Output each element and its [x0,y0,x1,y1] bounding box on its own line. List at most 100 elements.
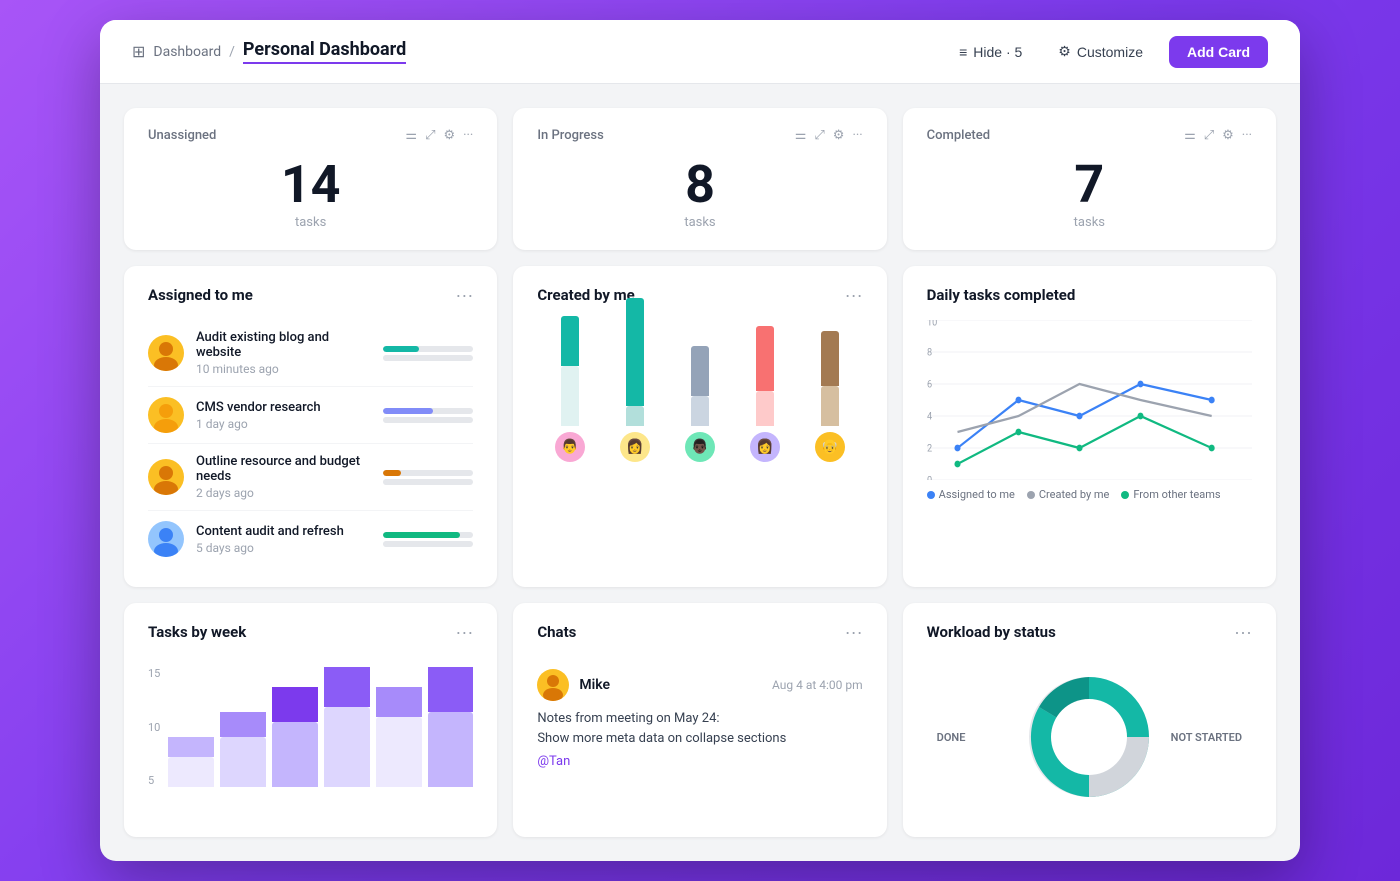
chats-title: Chats [537,623,576,641]
bar-segment [821,386,839,426]
week-bar-light [168,757,214,787]
breadcrumb: ⊞ Dashboard / Personal Dashboard [132,39,406,64]
customize-button[interactable]: ⚙ Customize [1048,37,1153,66]
line-chart-svg: 0 2 4 6 8 10 Monday Tuesday Wednesday Th… [927,320,1252,480]
chat-header: Mike Aug 4 at 4:00 pm [537,669,862,701]
task-1-info: Audit existing blog and website 10 minut… [196,330,371,376]
donut-svg [1009,657,1169,817]
stat-in-progress-icons: ⚌ ⤢ ⚙ ··· [795,128,863,143]
avatar-3 [148,459,184,495]
tasks-by-week-card: Tasks by week ··· 15 10 5 [124,603,497,837]
more-icon-2[interactable]: ··· [852,128,862,143]
bar-stack-3 [691,296,709,426]
tasks-by-week-title: Tasks by week [148,623,246,641]
settings-icon-3[interactable]: ⚙ [1222,128,1234,143]
bar-stack-2 [626,296,644,426]
stat-completed: Completed ⚌ ⤢ ⚙ ··· 7 tasks [903,108,1276,250]
dashboard-icon: ⊞ [132,42,145,61]
chat-mention[interactable]: @Tan [537,754,862,769]
tasks-week-chart: 15 10 5 [148,657,473,787]
week-bar-group [220,667,266,787]
created-by-me-chart: 👨 👩 [537,320,862,470]
task-4-progress [383,532,473,547]
avatar-1 [148,335,184,371]
settings-icon[interactable]: ⚙ [443,128,455,143]
expand-icon-2[interactable]: ⤢ [814,128,824,143]
hide-button[interactable]: ≡ Hide · 5 [949,38,1032,66]
created-more-button[interactable]: ··· [845,286,863,304]
middle-row: Assigned to me ··· Audit existing blog a… [124,266,1276,587]
stat-completed-number: 7 [927,159,1252,211]
chat-message: Mike Aug 4 at 4:00 pm Notes from meeting… [537,657,862,781]
bar-col-2: 👩 [620,296,650,462]
bar-groups [168,667,473,787]
daily-tasks-title: Daily tasks completed [927,286,1076,304]
stats-row: Unassigned ⚌ ⤢ ⚙ ··· 14 tasks In Progres… [124,108,1276,250]
week-bar-light [220,737,266,787]
task-1-time: 10 minutes ago [196,362,371,376]
done-label: DONE [937,731,966,744]
svg-text:8: 8 [927,347,932,359]
bar-avatar-3: 👨🏿 [685,432,715,462]
task-2-name: CMS vendor research [196,400,371,415]
task-item: Audit existing blog and website 10 minut… [148,320,473,387]
not-started-label: NOT STARTED [1171,731,1242,744]
week-bar-dark [324,667,370,707]
filter-icon[interactable]: ⚌ [405,128,417,143]
settings-icon-2[interactable]: ⚙ [833,128,845,143]
task-4-time: 5 days ago [196,541,371,555]
bar-col-1: 👨 [555,296,585,462]
week-bar-group [272,667,318,787]
bar-segment [691,346,709,396]
task-2-time: 1 day ago [196,417,371,431]
legend-dot-other-teams [1121,491,1129,499]
task-list: Audit existing blog and website 10 minut… [148,320,473,567]
chat-time: Aug 4 at 4:00 pm [772,678,863,692]
legend-dot-created [1027,491,1035,499]
filter-icon-3[interactable]: ⚌ [1184,128,1196,143]
header-actions: ≡ Hide · 5 ⚙ Customize Add Card [949,36,1268,68]
bar-segment [691,396,709,426]
filter-icon-2[interactable]: ⚌ [795,128,807,143]
assigned-more-button[interactable]: ··· [455,286,473,304]
bar-segment [561,316,579,366]
task-item: Content audit and refresh 5 days ago [148,511,473,567]
week-bar-dark [220,712,266,737]
stat-completed-sub: tasks [927,215,1252,230]
breadcrumb-current: Personal Dashboard [243,39,406,64]
legend-other-teams: From other teams [1121,488,1220,501]
breadcrumb-parent[interactable]: Dashboard [153,44,221,60]
add-card-button[interactable]: Add Card [1169,36,1268,68]
task-4-info: Content audit and refresh 5 days ago [196,524,371,555]
task-4-name: Content audit and refresh [196,524,371,539]
task-item: CMS vendor research 1 day ago [148,387,473,444]
bar-segment [626,298,644,406]
chats-card: Chats ··· Mike Aug 4 at 4:00 pm Notes fr… [513,603,886,837]
week-bar-group [428,667,474,787]
workload-card: Workload by status ··· DONE NOT STARTED [903,603,1276,837]
bar-stack-4 [756,296,774,426]
y-axis: 15 10 5 [148,667,164,787]
bar-segment [756,391,774,426]
expand-icon-3[interactable]: ⤢ [1204,128,1214,143]
tasks-week-more-button[interactable]: ··· [455,623,473,641]
week-bar-light [428,712,474,787]
customize-icon: ⚙ [1058,43,1071,60]
chat-line1: Notes from meeting on May 24: [537,709,862,729]
week-bar-dark [168,737,214,757]
stat-unassigned: Unassigned ⚌ ⤢ ⚙ ··· 14 tasks [124,108,497,250]
main-content: Unassigned ⚌ ⤢ ⚙ ··· 14 tasks In Progres… [100,84,1300,861]
chats-more-button[interactable]: ··· [845,623,863,641]
line-chart: 0 2 4 6 8 10 Monday Tuesday Wednesday Th… [927,320,1252,480]
more-icon[interactable]: ··· [463,128,473,143]
more-icon-3[interactable]: ··· [1242,128,1252,143]
workload-more-button[interactable]: ··· [1234,623,1252,641]
svg-text:10: 10 [927,320,937,329]
expand-icon[interactable]: ⤢ [425,128,435,143]
stat-unassigned-icons: ⚌ ⤢ ⚙ ··· [405,128,473,143]
bar-col-4: 👩 [750,296,780,462]
stat-in-progress: In Progress ⚌ ⤢ ⚙ ··· 8 tasks [513,108,886,250]
stat-unassigned-label: Unassigned [148,128,216,143]
task-1-progress [383,346,473,361]
task-3-info: Outline resource and budget needs 2 days… [196,454,371,500]
